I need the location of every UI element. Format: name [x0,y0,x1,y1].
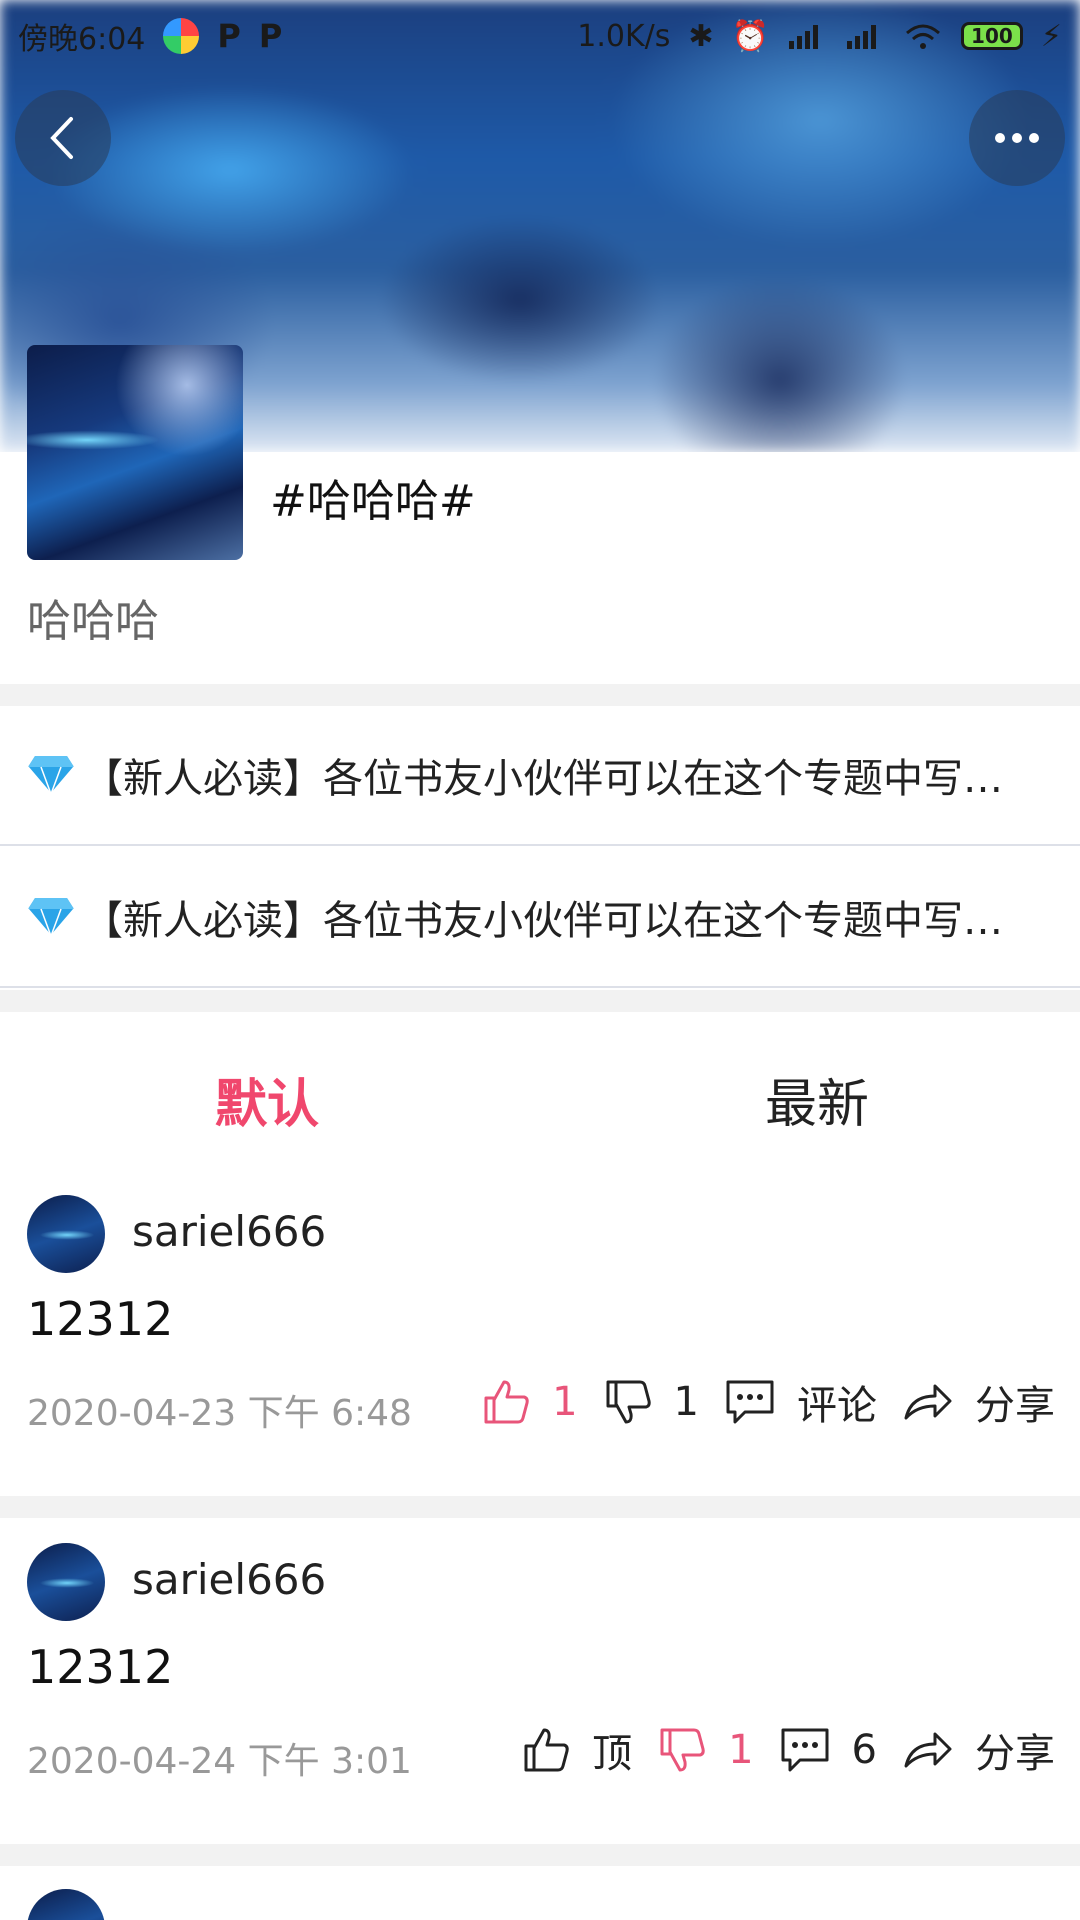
pinned-notice[interactable]: 【新人必读】各位书友小伙伴可以在这个专题中写… [0,706,1080,846]
signal-icon [846,25,876,49]
post-item[interactable]: sariel666 12312 2020-04-24 下午 3:01 顶 1 6 [0,1520,1080,1838]
post-content: 12312 [27,1640,174,1694]
share-icon [904,1384,952,1420]
topic-description: 哈哈哈 [27,596,159,647]
post-actions: 顶 1 6 分享 [496,1720,1055,1780]
share-button[interactable]: 分享 [903,1373,1055,1431]
share-button[interactable]: 分享 [903,1721,1055,1779]
like-button[interactable]: 1 [482,1378,578,1426]
thumbs-up-icon [524,1728,569,1772]
more-options-button[interactable] [969,90,1065,186]
tab-default[interactable]: 默认 [215,1062,319,1137]
dislike-count: 1 [673,1379,699,1425]
like-count: 1 [552,1379,578,1425]
chevron-left-icon [50,117,73,159]
charging-icon: ⚡ [1040,18,1062,54]
diamond-icon [27,756,75,796]
like-label: 顶 [592,1731,633,1777]
wifi-icon [905,24,940,49]
sort-tabs: 默认 最新 [0,1012,1080,1172]
battery-indicator: 100 [960,22,1023,50]
tab-latest[interactable]: 最新 [765,1062,869,1137]
post-divider [0,1496,1080,1518]
status-bar: 傍晚6:04 P P 1.0K/s ✱ ⏰ 100 ⚡ [0,0,1080,72]
section-divider [0,684,1080,706]
p-notification-icon: P [258,17,283,55]
status-time: 傍晚6:04 [18,22,146,57]
comment-button[interactable]: 6 [780,1727,877,1773]
post-item[interactable]: sariel666 12312 2020-04-23 下午 6:48 1 1 评… [0,1172,1080,1490]
bluetooth-icon: ✱ [688,18,714,54]
thumbs-down-icon [660,1728,705,1772]
back-button[interactable] [15,90,111,186]
network-speed: 1.0K/s [577,18,671,54]
share-label: 分享 [975,1731,1055,1777]
share-icon [904,1732,952,1768]
thumbs-up-icon [484,1380,529,1424]
post-content: 12312 [27,1292,174,1346]
comment-icon [781,1728,829,1772]
app-notification-icon [163,18,200,54]
post-divider [0,1844,1080,1866]
comment-count: 6 [851,1727,877,1773]
post-timestamp: 2020-04-24 下午 3:01 [27,1741,412,1782]
diamond-icon [27,898,75,938]
section-divider [0,990,1080,1012]
topic-cover-image [27,345,243,560]
post-item[interactable] [0,1866,1080,1920]
comment-icon [726,1380,774,1424]
dislike-count: 1 [728,1727,754,1773]
notice-text: 【新人必读】各位书友小伙伴可以在这个专题中写… [83,898,1003,944]
alarm-icon: ⏰ [731,18,769,54]
avatar[interactable] [27,1195,105,1273]
post-actions: 1 1 评论 分享 [456,1372,1055,1432]
p-notification-icon: P [217,17,241,55]
dislike-button[interactable]: 1 [658,1726,754,1774]
more-dots-icon [995,133,1039,143]
post-username[interactable]: sariel666 [132,1207,326,1256]
post-username[interactable]: sariel666 [132,1555,326,1604]
notice-text: 【新人必读】各位书友小伙伴可以在这个专题中写… [83,756,1003,802]
pinned-notice[interactable]: 【新人必读】各位书友小伙伴可以在这个专题中写… [0,848,1080,988]
thumbs-down-icon [606,1380,651,1424]
avatar[interactable] [27,1543,105,1621]
comment-button[interactable]: 评论 [725,1373,877,1431]
avatar[interactable] [27,1889,105,1920]
like-button[interactable]: 顶 [522,1721,632,1779]
comment-label: 评论 [797,1383,877,1429]
signal-icon [788,25,818,49]
topic-title: #哈哈哈# [270,476,476,527]
dislike-button[interactable]: 1 [604,1378,699,1426]
share-label: 分享 [975,1383,1055,1429]
post-timestamp: 2020-04-23 下午 6:48 [27,1393,412,1434]
